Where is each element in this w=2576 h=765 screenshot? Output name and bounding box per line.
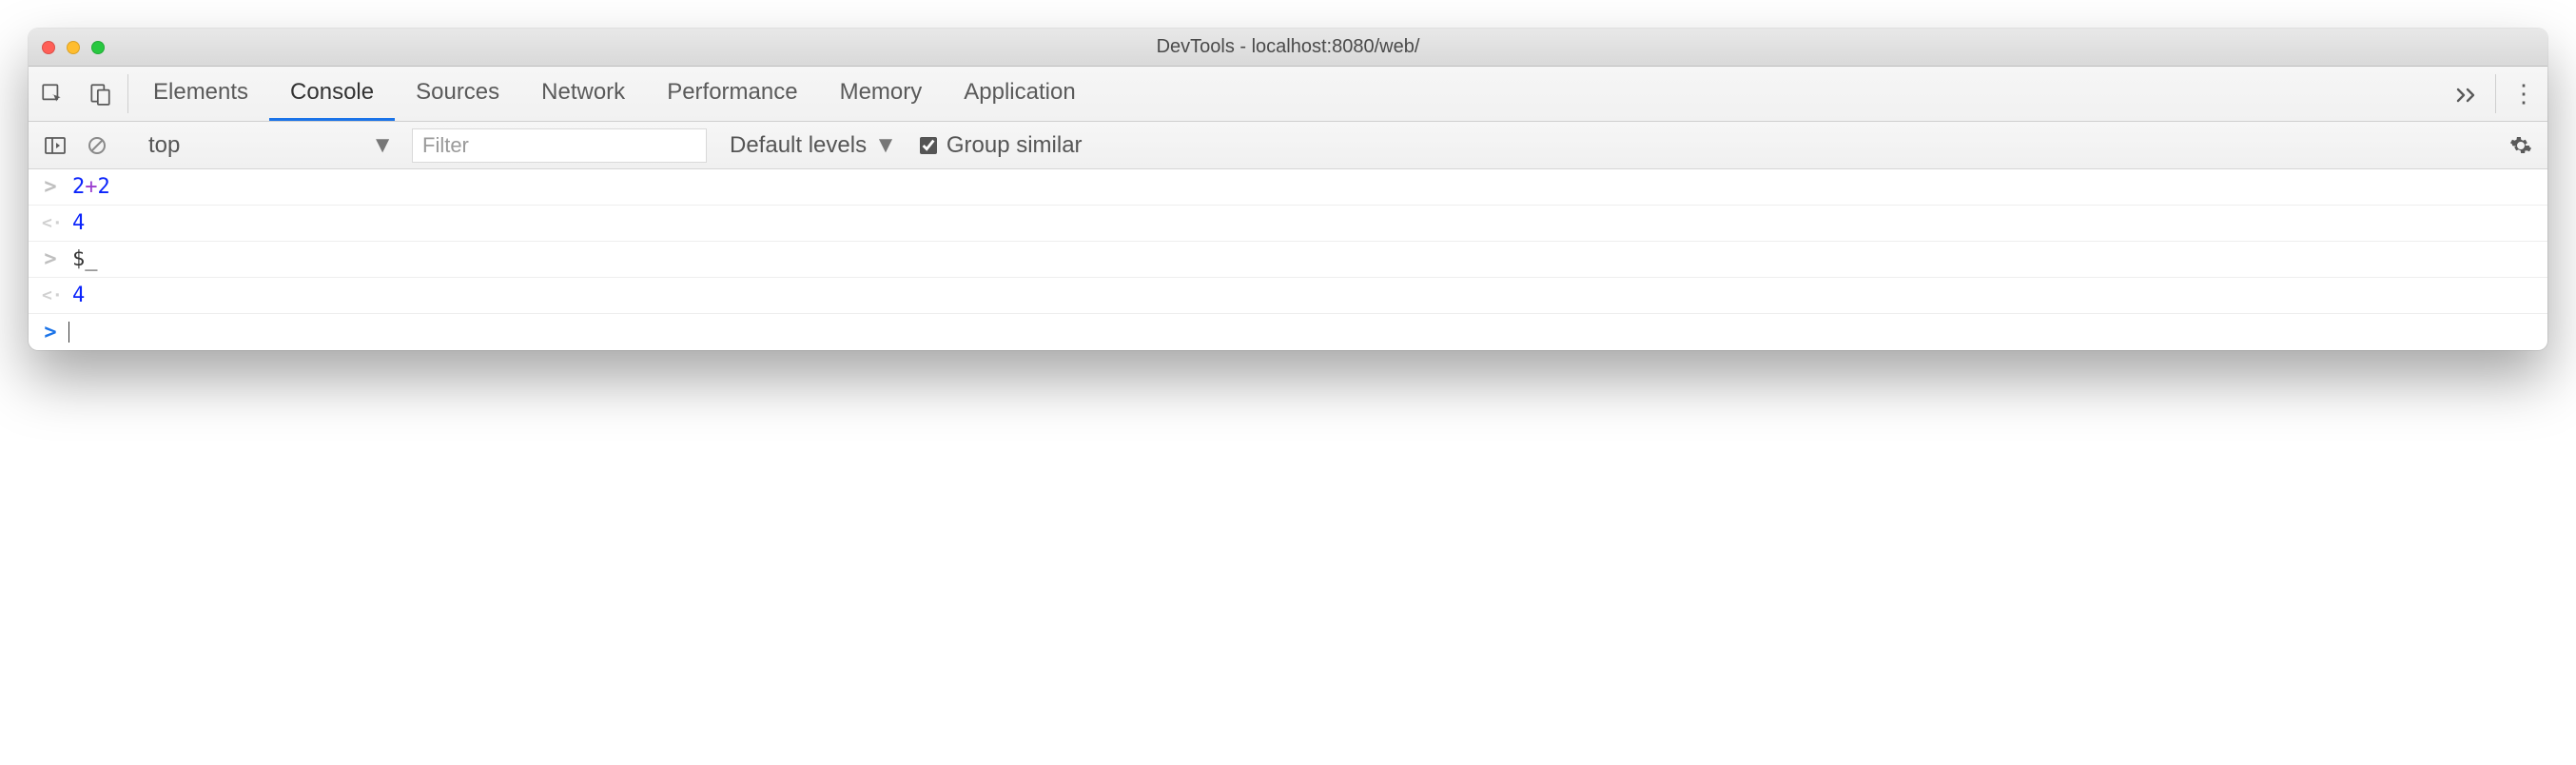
- console-output-row: <· 4: [29, 206, 2547, 242]
- tab-label: Elements: [153, 79, 248, 106]
- tab-application[interactable]: Application: [943, 67, 1096, 121]
- console-input-row: > $_: [29, 242, 2547, 278]
- console-result: 4: [72, 211, 85, 235]
- tab-memory[interactable]: Memory: [819, 67, 944, 121]
- device-toolbar-icon[interactable]: [76, 67, 124, 121]
- window-controls: [29, 41, 105, 54]
- tab-label: Network: [541, 79, 625, 106]
- toolbar-divider: [2495, 74, 2496, 113]
- output-marker-icon: <·: [42, 285, 59, 305]
- console-code: $_: [72, 247, 98, 271]
- console-output-row: <· 4: [29, 278, 2547, 314]
- overflow-tabs-icon[interactable]: [2444, 67, 2491, 121]
- group-similar-label: Group similar: [946, 132, 1083, 159]
- tab-sources[interactable]: Sources: [395, 67, 520, 121]
- tab-label: Console: [290, 79, 374, 106]
- console-result: 4: [72, 284, 85, 307]
- panel-tabs: Elements Console Sources Network Perform…: [132, 67, 2444, 121]
- prompt-marker-icon: >: [42, 321, 59, 344]
- filter-input[interactable]: [412, 128, 707, 163]
- tab-label: Performance: [667, 79, 797, 106]
- titlebar: DevTools - localhost:8080/web/: [29, 29, 2547, 67]
- console-code: 2+2: [72, 175, 110, 199]
- tab-elements[interactable]: Elements: [132, 67, 269, 121]
- dropdown-caret-icon: ▼: [371, 132, 394, 159]
- dropdown-caret-icon: ▼: [874, 132, 897, 159]
- input-marker-icon: >: [42, 175, 59, 199]
- output-marker-icon: <·: [42, 213, 59, 233]
- console-input-row: > 2+2: [29, 169, 2547, 206]
- console-prompt-row[interactable]: >: [29, 314, 2547, 350]
- minimize-window-button[interactable]: [67, 41, 80, 54]
- console-settings-icon[interactable]: [2509, 134, 2538, 157]
- devtools-window: DevTools - localhost:8080/web/ Elements …: [29, 29, 2547, 350]
- input-marker-icon: >: [42, 247, 59, 271]
- more-menu-icon[interactable]: ⋮: [2500, 67, 2547, 121]
- clear-console-icon[interactable]: [80, 135, 114, 156]
- tab-console[interactable]: Console: [269, 67, 395, 121]
- log-levels-selector[interactable]: Default levels ▼: [714, 132, 897, 159]
- group-similar-toggle[interactable]: Group similar: [905, 132, 1083, 159]
- tab-network[interactable]: Network: [520, 67, 646, 121]
- group-similar-checkbox[interactable]: [920, 137, 937, 154]
- tab-performance[interactable]: Performance: [646, 67, 818, 121]
- execution-context-selector[interactable]: top ▼: [138, 128, 404, 164]
- inspect-element-icon[interactable]: [29, 67, 76, 121]
- context-label: top: [148, 132, 180, 159]
- tab-label: Memory: [840, 79, 923, 106]
- text-cursor: [68, 322, 69, 343]
- window-title: DevTools - localhost:8080/web/: [29, 36, 2547, 58]
- levels-label: Default levels: [730, 132, 867, 159]
- main-toolbar: Elements Console Sources Network Perform…: [29, 67, 2547, 122]
- zoom-window-button[interactable]: [91, 41, 105, 54]
- console-output[interactable]: > 2+2 <· 4 > $_ <· 4 >: [29, 169, 2547, 350]
- close-window-button[interactable]: [42, 41, 55, 54]
- tab-label: Application: [964, 79, 1075, 106]
- console-toolbar: top ▼ Default levels ▼ Group similar: [29, 122, 2547, 169]
- toggle-sidebar-icon[interactable]: [38, 136, 72, 155]
- tab-label: Sources: [416, 79, 499, 106]
- toolbar-divider: [127, 74, 128, 113]
